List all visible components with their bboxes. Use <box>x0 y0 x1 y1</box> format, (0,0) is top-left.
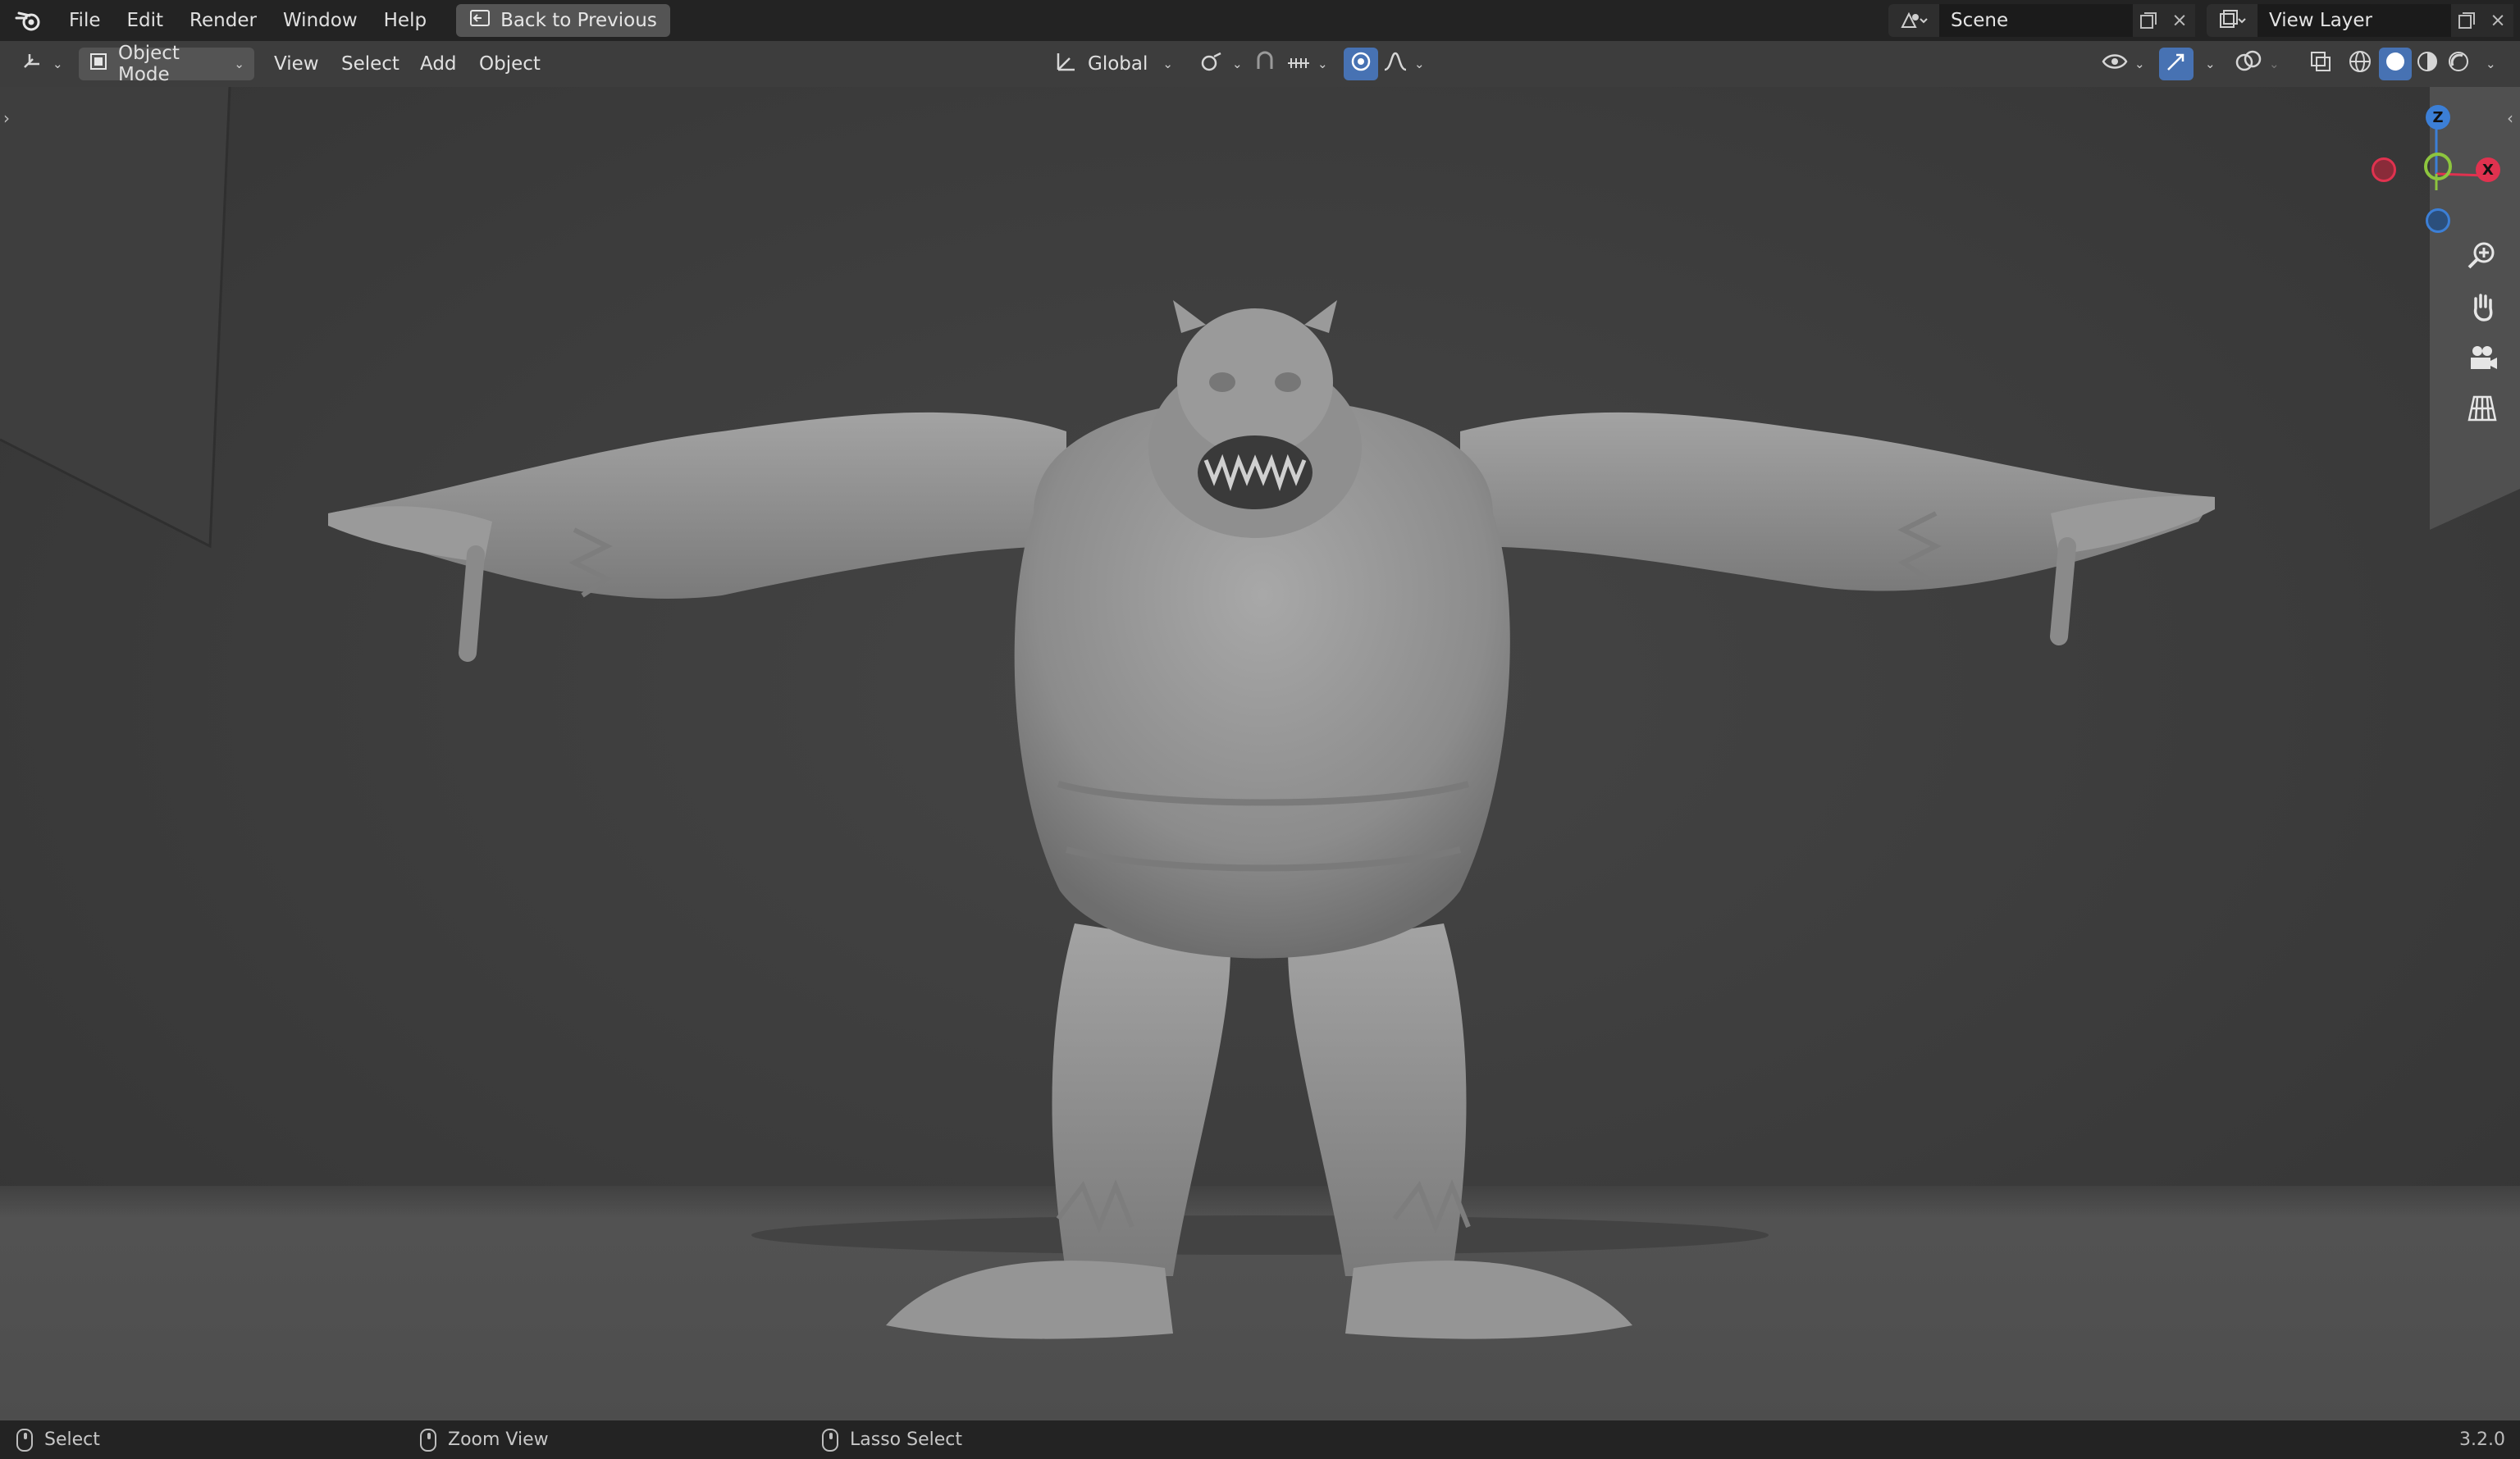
status-zoom-label: Zoom View <box>448 1429 549 1450</box>
camera-icon <box>2466 341 2499 379</box>
shading-options-dropdown[interactable]: ⌄ <box>2479 48 2496 80</box>
wireframe-shading-icon <box>2348 49 2372 79</box>
solid-shading-icon <box>2384 50 2407 78</box>
menu-select[interactable]: Select <box>341 48 399 80</box>
visibility-icon <box>2102 50 2128 78</box>
gizmo-icon <box>2165 50 2188 78</box>
material-shading-icon <box>2415 49 2440 79</box>
menu-file[interactable]: File <box>56 0 114 41</box>
close-icon[interactable]: × <box>2164 4 2195 37</box>
status-bar: Select Zoom View Lasso Select 3.2.0 <box>0 1420 2520 1459</box>
gizmo-y-axis[interactable] <box>2424 153 2452 180</box>
back-to-previous-button[interactable]: Back to Previous <box>456 4 670 37</box>
zoom-button[interactable] <box>2460 236 2504 280</box>
scene-name-field[interactable]: Scene <box>1939 4 2133 37</box>
proportional-editing-toggle[interactable] <box>1344 48 1378 80</box>
snap-target-icon <box>1286 50 1311 78</box>
grid-view-icon <box>2466 392 2499 430</box>
orientation-icon <box>1055 50 1078 78</box>
orientation-label: Global <box>1088 53 1148 75</box>
view-layer-icon[interactable] <box>2207 4 2258 37</box>
back-icon <box>469 9 491 32</box>
overlay-icon <box>2235 49 2262 79</box>
editor-type-button[interactable]: ⌄ <box>11 48 66 80</box>
proportional-falloff-dropdown[interactable]: ⌄ <box>1383 48 1425 80</box>
gizmo-neg-x-axis[interactable] <box>2372 157 2396 182</box>
xray-icon <box>2308 49 2333 79</box>
solid-shading-button[interactable] <box>2379 48 2412 80</box>
back-button-label: Back to Previous <box>500 10 657 31</box>
menu-render[interactable]: Render <box>176 0 270 41</box>
menu-edit[interactable]: Edit <box>114 0 177 41</box>
version-label: 3.2.0 <box>2459 1429 2505 1450</box>
menu-add[interactable]: Add <box>420 48 457 80</box>
rendered-shading-button[interactable] <box>2446 48 2471 80</box>
chevron-down-icon: ⌄ <box>234 57 244 71</box>
proportional-icon <box>1349 50 1372 78</box>
wireframe-shading-button[interactable] <box>2348 48 2372 80</box>
view-layer-selector[interactable]: View Layer × <box>2207 4 2520 37</box>
scene-icon[interactable] <box>1888 4 1939 37</box>
material-shading-button[interactable] <box>2415 48 2440 80</box>
new-icon[interactable] <box>2133 4 2164 37</box>
menu-help[interactable]: Help <box>371 0 440 41</box>
close-icon[interactable]: × <box>2482 4 2513 37</box>
editor-type-icon <box>21 51 46 77</box>
gizmo-x-axis[interactable]: X <box>2476 157 2500 182</box>
pivot-point-dropdown[interactable]: ⌄ <box>1199 48 1243 80</box>
gizmo-dropdown[interactable]: ⌄ <box>2198 48 2216 80</box>
top-menu-bar: File Edit Render Window Help Back to Pre… <box>0 0 2520 41</box>
toolbar-expand-icon[interactable]: › <box>3 108 10 128</box>
object-mode-dropdown[interactable]: Object Mode ⌄ <box>79 43 254 85</box>
menu-window[interactable]: Window <box>270 0 371 41</box>
gizmo-z-axis[interactable]: Z <box>2426 105 2450 130</box>
new-icon[interactable] <box>2451 4 2482 37</box>
view-layer-field[interactable]: View Layer <box>2258 4 2451 37</box>
object-mode-label: Object Mode <box>118 43 180 85</box>
snap-target-dropdown[interactable]: ⌄ <box>1286 48 1328 80</box>
scene-selector[interactable]: Scene × <box>1888 4 2207 37</box>
viewport-header: ⌄ Object Mode ⌄ View Select Add Object G… <box>0 41 2520 87</box>
ortho-toggle-button[interactable] <box>2460 389 2504 433</box>
mouse-left-icon <box>16 1428 33 1452</box>
3d-viewport[interactable]: › ‹ Z X <box>0 87 2520 1420</box>
mouse-middle-icon <box>420 1428 436 1452</box>
sculpt-character-model[interactable] <box>0 87 2520 1420</box>
snap-icon <box>1253 49 1278 79</box>
status-hint-zoom: Zoom View <box>420 1420 549 1459</box>
visibility-dropdown[interactable]: ⌄ <box>2102 48 2145 80</box>
status-hint-select: Select <box>16 1420 100 1459</box>
status-select-label: Select <box>44 1429 100 1450</box>
xray-toggle[interactable] <box>2308 48 2333 80</box>
rendered-shading-icon <box>2446 49 2471 79</box>
mouse-right-icon <box>822 1428 838 1452</box>
zoom-icon <box>2466 239 2499 277</box>
transform-orientation-dropdown[interactable]: Global ⌄ <box>1055 48 1173 80</box>
object-mode-icon <box>89 52 108 76</box>
pan-button[interactable] <box>2460 287 2504 331</box>
menu-object[interactable]: Object <box>479 48 541 80</box>
pan-hand-icon <box>2466 290 2499 328</box>
overlay-toggle[interactable]: ⌄ <box>2235 48 2280 80</box>
gizmo-toggle[interactable] <box>2159 48 2194 80</box>
menu-view[interactable]: View <box>274 48 319 80</box>
gizmo-neg-z-axis[interactable] <box>2426 208 2450 233</box>
snap-toggle[interactable] <box>1253 48 1278 80</box>
falloff-icon <box>1383 50 1408 78</box>
camera-view-button[interactable] <box>2460 338 2504 382</box>
pivot-icon <box>1199 50 1226 78</box>
blender-logo-icon[interactable] <box>13 5 44 36</box>
status-lasso-label: Lasso Select <box>850 1429 962 1450</box>
status-hint-lasso: Lasso Select <box>822 1420 962 1459</box>
